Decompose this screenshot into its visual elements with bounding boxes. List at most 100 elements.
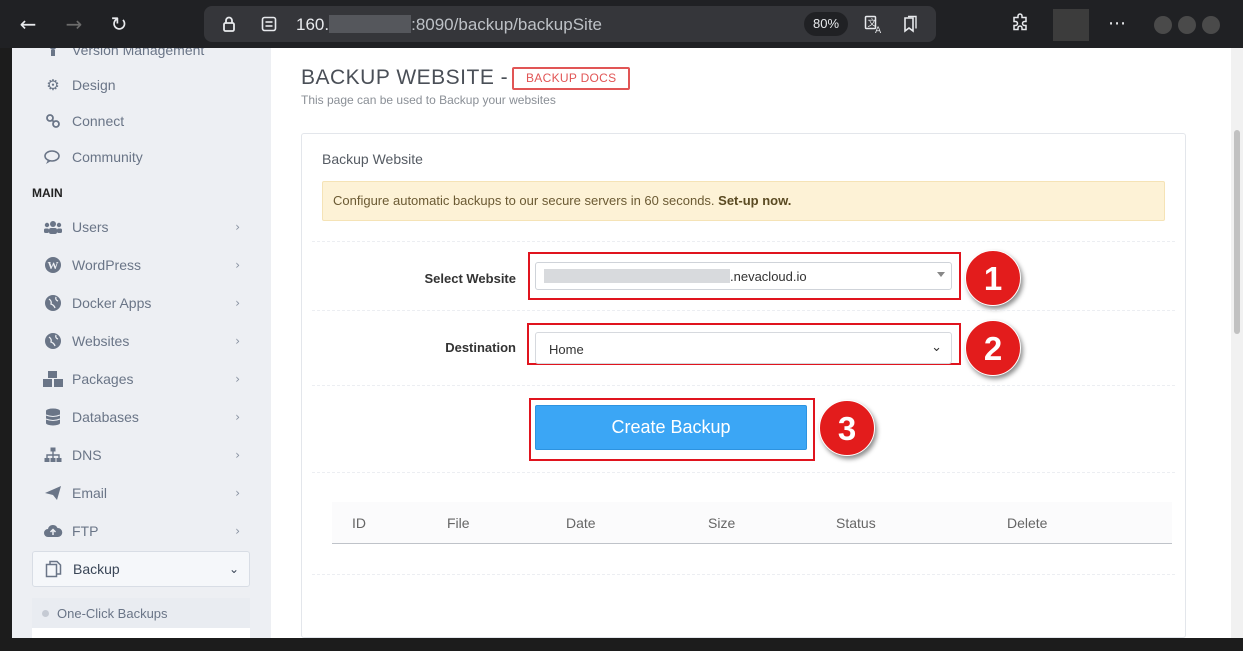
sidebar-item-backup[interactable]: Backup ⌄ (32, 551, 250, 587)
chevron-right-icon: › (235, 220, 240, 234)
browser-toolbar: ← → ↻ 160.:8090/backup/backupSite 80% 文A… (0, 0, 1243, 48)
card-title: Backup Website (322, 151, 423, 167)
back-arrow-icon[interactable]: ← (16, 12, 40, 36)
sidebar-item-label: FTP (72, 523, 99, 539)
select-website-dropdown[interactable]: .nevacloud.io (535, 262, 952, 290)
sidebar-section-title: MAIN (32, 186, 63, 200)
reading-list-icon[interactable] (901, 15, 919, 33)
sidebar-item-label: Email (72, 485, 108, 501)
url-text[interactable]: 160.:8090/backup/backupSite (296, 15, 602, 35)
window-control-dot[interactable] (1202, 16, 1220, 34)
more-icon[interactable]: ⋯ (1108, 12, 1126, 36)
sidebar-item-version-management[interactable]: Version Management (32, 48, 250, 68)
vertical-scrollbar[interactable] (1231, 48, 1243, 638)
wordpress-icon: W (42, 254, 64, 276)
sidebar-item-label: DNS (72, 447, 102, 463)
sidebar-item-label: Packages (72, 371, 134, 387)
submenu-item-one-click-backups[interactable]: One-Click Backups (32, 598, 250, 628)
chat-icon (42, 146, 64, 168)
copy-icon (43, 558, 65, 580)
address-bar[interactable]: 160.:8090/backup/backupSite 80% 文A (204, 6, 936, 42)
setup-alert: Configure automatic backups to our secur… (322, 181, 1165, 221)
cubes-icon (42, 368, 64, 390)
create-backup-button[interactable]: Create Backup (535, 405, 807, 450)
paper-plane-icon (42, 482, 64, 504)
sidebar-item-design[interactable]: ⚙ Design (32, 67, 250, 103)
sidebar-item-label: WordPress (72, 257, 141, 273)
url-redaction (329, 15, 412, 33)
sidebar-item-community[interactable]: Community (32, 139, 250, 175)
person-icon (42, 48, 64, 61)
step-badge-3: 3 (819, 400, 875, 456)
sidebar-item-users[interactable]: Users › (32, 209, 250, 245)
url-path: :8090/backup/backupSite (411, 15, 603, 34)
sidebar-item-websites[interactable]: Websites › (32, 323, 250, 359)
chevron-right-icon: › (235, 524, 240, 538)
chevron-right-icon: › (235, 448, 240, 462)
reload-icon[interactable]: ↻ (107, 12, 131, 36)
link-icon (42, 110, 64, 132)
sidebar-item-email[interactable]: Email › (32, 475, 250, 511)
divider (312, 574, 1175, 575)
redacted-domain (544, 269, 730, 283)
sidebar-item-label: Backup (73, 561, 120, 577)
chevron-right-icon: › (235, 372, 240, 386)
sidebar-item-wordpress[interactable]: W WordPress › (32, 247, 250, 283)
database-icon (42, 406, 64, 428)
setup-now-link[interactable]: Set-up now. (718, 193, 791, 208)
main-content: BACKUP WEBSITE - BACKUP DOCS This page c… (271, 48, 1231, 638)
sidebar-item-label: Design (72, 77, 116, 93)
sidebar: Version Management ⚙ Design Connect Comm… (12, 48, 271, 638)
sidebar-item-docker-apps[interactable]: Docker Apps › (32, 285, 250, 321)
page-viewport: Version Management ⚙ Design Connect Comm… (12, 48, 1231, 638)
page-subtitle: This page can be used to Backup your web… (301, 93, 556, 107)
selected-website-value: .nevacloud.io (730, 269, 807, 284)
zoom-indicator[interactable]: 80% (804, 12, 848, 36)
destination-select[interactable]: Home ⌄ (535, 332, 952, 364)
chevron-right-icon: › (235, 334, 240, 348)
chevron-right-icon: › (235, 296, 240, 310)
sidebar-item-databases[interactable]: Databases › (32, 399, 250, 435)
sidebar-item-dns[interactable]: DNS › (32, 437, 250, 473)
translate-icon[interactable]: 文A (864, 15, 882, 36)
globe-icon (42, 292, 64, 314)
column-header-size: Size (708, 515, 736, 531)
lock-icon[interactable] (220, 15, 238, 33)
backup-docs-link[interactable]: BACKUP DOCS (512, 67, 631, 90)
window-control-dot[interactable] (1178, 16, 1196, 34)
gear-icon: ⚙ (46, 76, 60, 94)
window-control-dot[interactable] (1154, 16, 1172, 34)
profile-avatar[interactable] (1053, 9, 1089, 41)
chevron-right-icon: › (235, 258, 240, 272)
chevron-right-icon: › (235, 410, 240, 424)
site-settings-icon[interactable] (260, 15, 278, 33)
destination-label: Destination (445, 340, 516, 355)
chevron-down-icon: ⌄ (931, 340, 942, 355)
sidebar-item-packages[interactable]: Packages › (32, 361, 250, 397)
divider (312, 310, 1175, 311)
chevron-down-icon: ⌄ (228, 562, 239, 576)
column-header-status: Status (836, 515, 876, 531)
sidebar-item-connect[interactable]: Connect (32, 103, 250, 139)
backups-table-header: ID File Date Size Status Delete (332, 502, 1172, 544)
step-badge-1: 1 (965, 250, 1021, 306)
svg-text:W: W (48, 260, 59, 272)
backup-submenu: One-Click Backups (32, 598, 250, 638)
sitemap-icon (42, 444, 64, 466)
taskbar-strip (0, 638, 1243, 651)
forward-arrow-icon[interactable]: → (62, 12, 86, 36)
scrollbar-thumb[interactable] (1234, 130, 1240, 334)
extensions-icon[interactable] (1010, 12, 1032, 41)
cloud-upload-icon (42, 520, 64, 542)
bullet-icon (42, 609, 49, 617)
dropdown-arrow-icon (937, 272, 945, 277)
column-header-date: Date (566, 515, 596, 531)
submenu-item-label: One-Click Backups (57, 605, 168, 621)
sidebar-item-ftp[interactable]: FTP › (32, 513, 250, 549)
chevron-right-icon: › (235, 486, 240, 500)
sidebar-item-label: Connect (72, 113, 125, 129)
step-badge-2: 2 (965, 320, 1021, 376)
page-title: BACKUP WEBSITE - (301, 66, 509, 89)
sidebar-item-label: Users (72, 219, 109, 235)
column-header-file: File (447, 515, 470, 531)
